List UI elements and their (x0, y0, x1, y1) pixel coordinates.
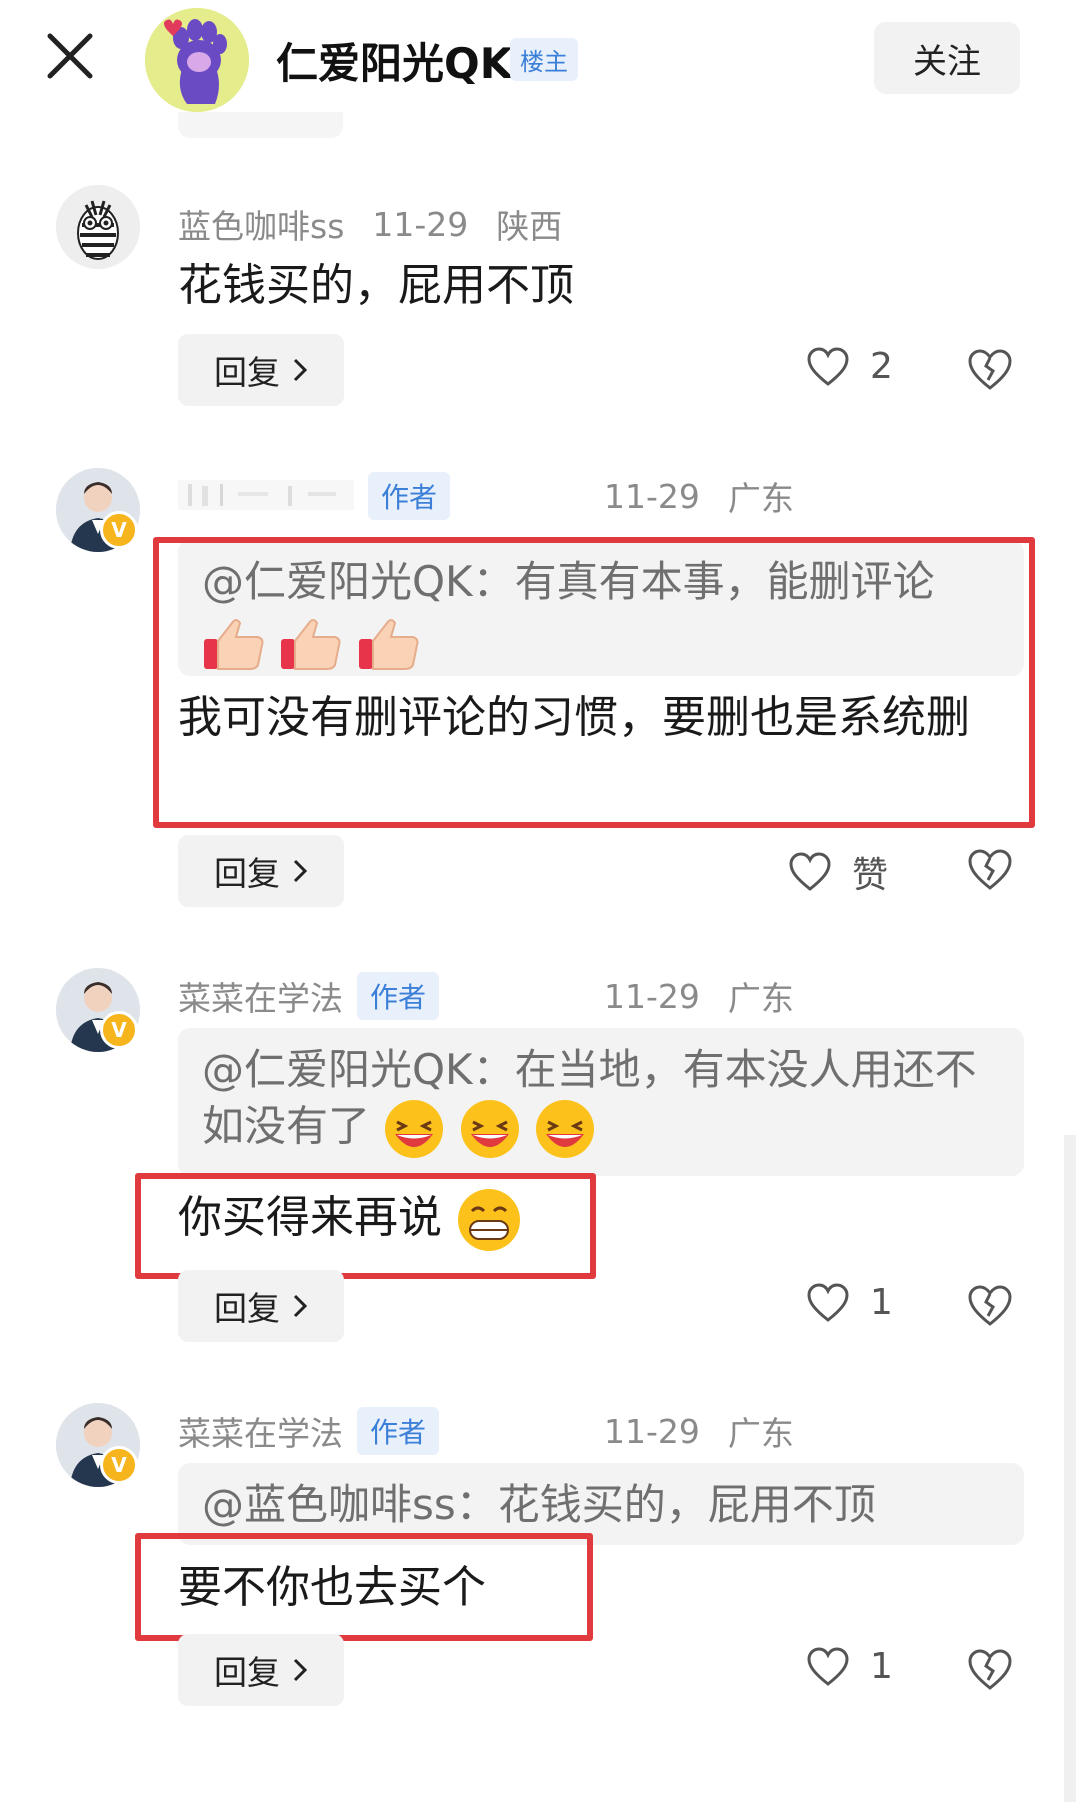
heart-icon (789, 852, 831, 891)
comment-date: 11-29 (372, 204, 469, 244)
heart-icon (807, 1282, 849, 1322)
highlight-box (135, 1533, 593, 1641)
comment-location: 广东 (727, 979, 794, 1018)
like-count: 1 (870, 1646, 893, 1687)
chevron-right-icon (293, 859, 308, 883)
comment-date-location: 11-29 广东 (604, 472, 794, 520)
reply-label: 回复 (214, 1653, 280, 1692)
chevron-right-icon (293, 1658, 308, 1682)
laughing-emoji-row (383, 1100, 596, 1158)
verified-badge: V (100, 511, 138, 549)
like-count: 1 (870, 1282, 893, 1323)
like-button[interactable]: 赞 (788, 846, 888, 898)
avatar[interactable] (56, 185, 140, 269)
reply-button[interactable]: 回复 (178, 334, 344, 406)
author-tag: 作者 (357, 1407, 440, 1455)
author-tag: 作者 (368, 472, 451, 520)
author-tag: 作者 (357, 972, 440, 1020)
broken-heart-icon[interactable] (966, 846, 1014, 894)
laughing-emoji (385, 1100, 444, 1158)
laughing-emoji (536, 1100, 595, 1158)
top-bar: 仁爱阳光QK 楼主 关注 (0, 0, 1076, 125)
comment-date-location: 11-29 广东 (604, 1407, 794, 1455)
comment-location: 广东 (727, 479, 794, 518)
poster-avatar[interactable] (145, 8, 249, 112)
heart-icon (807, 1646, 849, 1686)
poster-name[interactable]: 仁爱阳光QK (276, 30, 512, 91)
reply-label: 回复 (214, 353, 280, 392)
quoted-reply[interactable]: @仁爱阳光QK：在当地，有本没人用还不如没有了 (178, 1028, 1024, 1176)
blurred-username (178, 480, 354, 510)
username[interactable]: 菜菜在学法 (178, 972, 343, 1020)
chevron-right-icon (293, 358, 308, 382)
reply-label: 回复 (214, 1289, 280, 1328)
verified-badge: V (100, 1446, 138, 1484)
username[interactable]: 菜菜在学法 (178, 1407, 343, 1455)
follow-button[interactable]: 关注 (874, 22, 1020, 94)
comment-meta: 作者 (354, 472, 451, 520)
broken-heart-icon[interactable] (966, 1282, 1014, 1330)
laughing-emoji (460, 1100, 519, 1158)
quote-text: @蓝色咖啡ss：花钱买的，屁用不顶 (202, 1480, 876, 1529)
verified-badge: V (100, 1011, 138, 1049)
reply-button[interactable]: 回复 (178, 1270, 344, 1342)
username[interactable]: 蓝色咖啡ss (178, 200, 344, 248)
like-count: 赞 (852, 855, 889, 896)
highlight-box (153, 537, 1035, 828)
comment-date-location: 11-29 广东 (604, 972, 794, 1020)
like-button[interactable]: 2 (806, 346, 893, 387)
chevron-right-icon (293, 1294, 308, 1318)
scrollbar[interactable] (1064, 1135, 1076, 1802)
previous-reply-button-edge (178, 112, 343, 138)
comment-date: 11-29 (604, 976, 700, 1016)
like-button[interactable]: 1 (806, 1646, 893, 1687)
comment-meta: 菜菜在学法 作者 (178, 1407, 440, 1455)
close-icon[interactable] (44, 30, 96, 82)
reply-button[interactable]: 回复 (178, 835, 344, 907)
broken-heart-icon[interactable] (966, 346, 1014, 394)
highlight-box (135, 1173, 596, 1279)
comment-meta: 菜菜在学法 作者 (178, 972, 440, 1020)
like-count: 2 (870, 346, 893, 387)
comment-location: 广东 (727, 1414, 794, 1453)
reply-button[interactable]: 回复 (178, 1634, 344, 1706)
reply-label: 回复 (214, 854, 280, 893)
broken-heart-icon[interactable] (966, 1646, 1014, 1694)
paw-icon (145, 8, 249, 112)
comment-meta: 蓝色咖啡ss 11-29 陕西 (178, 200, 562, 248)
comment-date: 11-29 (604, 476, 700, 516)
like-button[interactable]: 1 (806, 1282, 893, 1323)
comment-location: 陕西 (496, 207, 563, 246)
heart-icon (807, 346, 849, 386)
comment-date: 11-29 (604, 1411, 700, 1451)
zebra-avatar-icon (56, 185, 140, 269)
comment-text: 花钱买的，屁用不顶 (178, 260, 574, 311)
owner-badge: 楼主 (510, 38, 578, 81)
